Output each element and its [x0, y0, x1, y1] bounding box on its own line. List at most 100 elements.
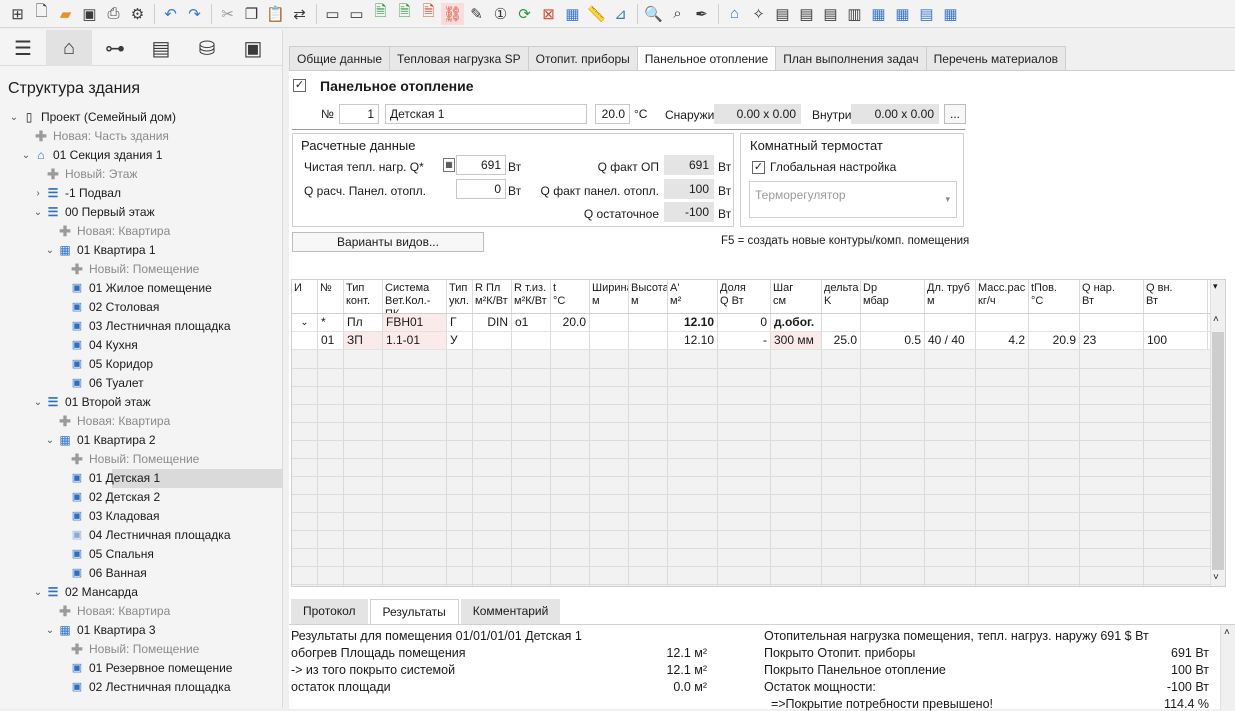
results-scrollbar[interactable]: ˄: [1220, 625, 1235, 710]
database-icon[interactable]: ⛁: [184, 30, 230, 66]
table-cell[interactable]: 12.10: [668, 314, 718, 331]
export-icon[interactable]: 🗎: [369, 3, 392, 25]
tree-item[interactable]: ⌄ ▯ Проект (Семейный дом): [0, 108, 283, 127]
tree-item[interactable]: ▣ 01 Детская 1: [72, 469, 283, 488]
tree-item[interactable]: ✚ Новый: Помещение: [0, 450, 283, 469]
table-cell[interactable]: 20.9: [1029, 332, 1080, 349]
scroll-up-icon[interactable]: ˄: [1224, 627, 1230, 638]
grid-column-header[interactable]: Тип укл.: [447, 280, 473, 313]
table-cell[interactable]: [925, 314, 976, 331]
scroll-down-icon[interactable]: ˅: [1213, 572, 1219, 583]
table-cell[interactable]: 300 мм: [771, 332, 822, 349]
table-icon[interactable]: ▦: [867, 3, 890, 25]
table-cell[interactable]: 100: [1144, 332, 1208, 349]
form-select-icon[interactable]: ▥: [843, 3, 866, 25]
tree-item[interactable]: ✚ Новая: Часть здания: [0, 127, 283, 146]
tree-item[interactable]: ▣ 03 Кладовая: [0, 507, 283, 526]
grid-column-header[interactable]: Система Вет.Кол.-ПК: [383, 280, 447, 313]
table-cell[interactable]: [473, 332, 512, 349]
room-name-field[interactable]: Детская 1: [385, 104, 587, 124]
table-cell[interactable]: 40 / 40: [925, 332, 976, 349]
chevron-down-icon[interactable]: ⌄: [20, 146, 32, 165]
table-cell[interactable]: 12.10: [668, 332, 718, 349]
grid-column-header[interactable]: №: [318, 280, 344, 313]
table-cell[interactable]: [976, 314, 1029, 331]
tree-item[interactable]: ▣ 02 Детская 2: [0, 488, 283, 507]
tree-item[interactable]: ✚ Новый: Помещение: [0, 640, 283, 659]
tab-protocol[interactable]: Протокол: [291, 599, 368, 624]
tree-item[interactable]: ▣ 01 Резервное помещение: [0, 659, 283, 678]
tree-item[interactable]: ✚ Новая: Квартира: [0, 602, 283, 621]
hierarchy-icon[interactable]: ⊶: [92, 30, 138, 66]
table-cell[interactable]: [292, 332, 318, 349]
tree-item[interactable]: ✚ Новый: Этаж: [0, 165, 283, 184]
tree-item[interactable]: ▣ 02 Лестничная площадка: [0, 678, 283, 697]
apps-icon[interactable]: ⊞: [6, 3, 29, 25]
tab-heat-load[interactable]: Тепловая нагрузка SP: [389, 46, 529, 71]
tree-item[interactable]: ▣ 04 Кухня: [0, 336, 283, 355]
table-cell[interactable]: 4.2: [976, 332, 1029, 349]
table-cell[interactable]: DIN: [473, 314, 512, 331]
tab-materials[interactable]: Перечень материалов: [925, 46, 1066, 71]
table-cell[interactable]: У: [447, 332, 473, 349]
table-cell[interactable]: [1144, 314, 1208, 331]
grid-icon[interactable]: ▦: [561, 3, 584, 25]
chevron-down-icon[interactable]: ⌄: [44, 241, 56, 260]
tab-panel-heating[interactable]: Панельное отопление: [636, 46, 777, 71]
window-icon[interactable]: ▭: [321, 3, 344, 25]
menu-icon[interactable]: ☰: [0, 30, 46, 66]
cut-icon[interactable]: ✂: [216, 3, 239, 25]
table-cell[interactable]: *: [318, 314, 344, 331]
form-icon[interactable]: ▤: [771, 3, 794, 25]
tree-item[interactable]: › ☰ -1 Подвал: [0, 184, 283, 203]
rasch-field[interactable]: 0: [456, 179, 506, 199]
chevron-down-icon[interactable]: ⌄: [32, 583, 44, 602]
tree-item[interactable]: ▣ 01 Жилое помещение: [0, 279, 283, 298]
tree-item[interactable]: ▣ 05 Спальня: [0, 545, 283, 564]
table-cell[interactable]: [861, 314, 925, 331]
table-cell[interactable]: 20.0: [551, 314, 590, 331]
table-cell[interactable]: 0: [718, 314, 771, 331]
chevron-down-icon[interactable]: ⌄: [32, 203, 44, 222]
tree-item[interactable]: ▣ 02 Столовая: [0, 298, 283, 317]
column-menu-icon[interactable]: ▾: [1213, 281, 1218, 292]
search-plus-icon[interactable]: ⌕: [666, 3, 689, 25]
panel-heating-checkbox[interactable]: ✓: [293, 79, 306, 92]
tab-results[interactable]: Результаты: [369, 599, 459, 624]
redo-icon[interactable]: ↷: [183, 3, 206, 25]
thermostat-select[interactable]: Терморегулятор ▾: [749, 181, 957, 218]
grid-column-header[interactable]: Масс.рас кг/ч: [976, 280, 1029, 313]
table-cell[interactable]: -: [718, 332, 771, 349]
tree-item[interactable]: ⌄ ▦ 01 Квартира 3: [0, 621, 283, 640]
tab-comment[interactable]: Комментарий: [460, 599, 561, 624]
temperature-field[interactable]: 20.0: [595, 104, 630, 124]
table-cell[interactable]: ЗП: [344, 332, 383, 349]
pencil-icon[interactable]: ✎: [465, 3, 488, 25]
tree-item[interactable]: ▣ 03 Лестничная площадка: [0, 317, 283, 336]
grid-column-header[interactable]: t °C: [551, 280, 590, 313]
grid-column-header[interactable]: дельта K: [822, 280, 861, 313]
tree-item[interactable]: ▣ 06 Туалет: [0, 374, 283, 393]
scroll-thumb[interactable]: [1212, 332, 1224, 570]
chevron-down-icon[interactable]: ⌄: [44, 621, 56, 640]
grid-column-header[interactable]: И: [292, 280, 318, 313]
table-cell[interactable]: 0.5: [861, 332, 925, 349]
ruler-icon[interactable]: 📏: [585, 3, 608, 25]
table2-icon[interactable]: ▦: [891, 3, 914, 25]
eyedropper-icon[interactable]: ✒: [690, 3, 713, 25]
table-cell[interactable]: FBH01: [383, 314, 447, 331]
table4-icon[interactable]: ▦: [939, 3, 962, 25]
copy-icon[interactable]: ❐: [240, 3, 263, 25]
grid-column-header[interactable]: Дл. труб м: [925, 280, 976, 313]
wand-icon[interactable]: ✧: [747, 3, 770, 25]
table-cell[interactable]: Пл: [344, 314, 383, 331]
tree-item[interactable]: ⌄ ☰ 02 Мансарда: [0, 583, 283, 602]
link-icon[interactable]: ⛓: [441, 2, 464, 25]
grid-column-header[interactable]: Доля Q Вт: [718, 280, 771, 313]
tree-item[interactable]: ⌄ ▦ 01 Квартира 2: [0, 431, 283, 450]
chevron-down-icon[interactable]: ⌄: [8, 108, 20, 127]
table-cell[interactable]: [590, 332, 629, 349]
tree-item[interactable]: ▣ 06 Ванная: [0, 564, 283, 583]
tree-item[interactable]: ✚ Новая: Квартира: [0, 222, 283, 241]
tree-item[interactable]: ⌄ ☰ 01 Второй этаж: [0, 393, 283, 412]
